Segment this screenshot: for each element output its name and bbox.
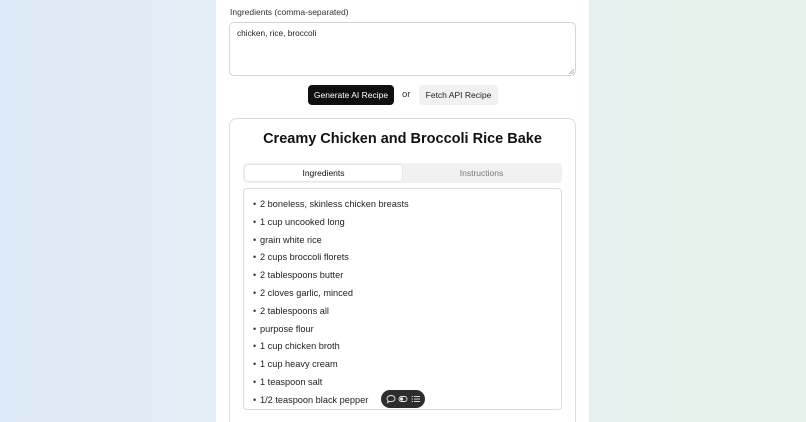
list-item: • 2 cloves garlic, minced bbox=[253, 287, 353, 298]
list-item: • 2 tablespoons butter bbox=[253, 270, 344, 281]
list-item: • 1 cup chicken broth bbox=[253, 341, 340, 352]
recipe-title: Creamy Chicken and Broccoli Rice Bake bbox=[263, 131, 542, 147]
list-item-text: 1 cup heavy cream bbox=[260, 359, 338, 370]
list-item-text: 2 boneless, skinless chicken breasts bbox=[260, 199, 409, 209]
list-item: • grain white rice bbox=[253, 234, 322, 245]
list-item-text: 1 cup chicken broth bbox=[260, 341, 340, 352]
list-item-text: 2 cups broccoli florets bbox=[260, 252, 349, 263]
tab-ingredients[interactable]: Ingredients bbox=[245, 165, 402, 181]
list-item: • 1 cup uncooked long bbox=[253, 216, 345, 227]
generate-ai-recipe-button[interactable]: Generate AI Recipe bbox=[308, 85, 394, 105]
list-item-text: purpose flour bbox=[260, 323, 314, 334]
fetch-api-recipe-button[interactable]: Fetch API Recipe bbox=[419, 85, 498, 105]
list-item: • purpose flour bbox=[253, 323, 314, 334]
list-item: • 2 boneless, skinless chicken breasts bbox=[253, 199, 409, 209]
list-item-text: 2 cloves garlic, minced bbox=[260, 287, 353, 298]
list-item-text: 1 teaspoon salt bbox=[260, 376, 323, 387]
resize-handle-icon[interactable] bbox=[569, 69, 574, 74]
list-item-text: 1 cup uncooked long bbox=[260, 216, 345, 227]
list-item: • 2 tablespoons all bbox=[253, 305, 329, 316]
floating-toolbar bbox=[381, 390, 425, 408]
list-item-text: 1/2 teaspoon black pepper bbox=[260, 394, 369, 405]
list-item: • 1 cup heavy cream bbox=[253, 359, 338, 370]
ingredients-label: Ingredients (comma-separated) bbox=[230, 7, 349, 17]
ingredients-list-panel[interactable]: • 2 boneless, skinless chicken breasts • 1… bbox=[243, 188, 562, 410]
ingredients-input[interactable] bbox=[229, 22, 576, 76]
chat-bubble-icon[interactable] bbox=[386, 394, 396, 404]
list-item-text: 2 tablespoons butter bbox=[260, 270, 344, 281]
toggle-icon[interactable] bbox=[398, 394, 408, 404]
list-icon[interactable] bbox=[411, 394, 421, 404]
ingredients-list: • 2 boneless, skinless chicken breasts • 1… bbox=[244, 189, 561, 409]
or-separator: or bbox=[402, 89, 411, 100]
list-item: • 2 cups broccoli florets bbox=[253, 252, 349, 263]
recipe-tabs: Ingredients Instructions bbox=[243, 163, 562, 183]
list-item-text: 2 tablespoons all bbox=[260, 305, 329, 316]
tab-instructions[interactable]: Instructions bbox=[403, 165, 560, 181]
list-item-text: grain white rice bbox=[260, 234, 322, 245]
